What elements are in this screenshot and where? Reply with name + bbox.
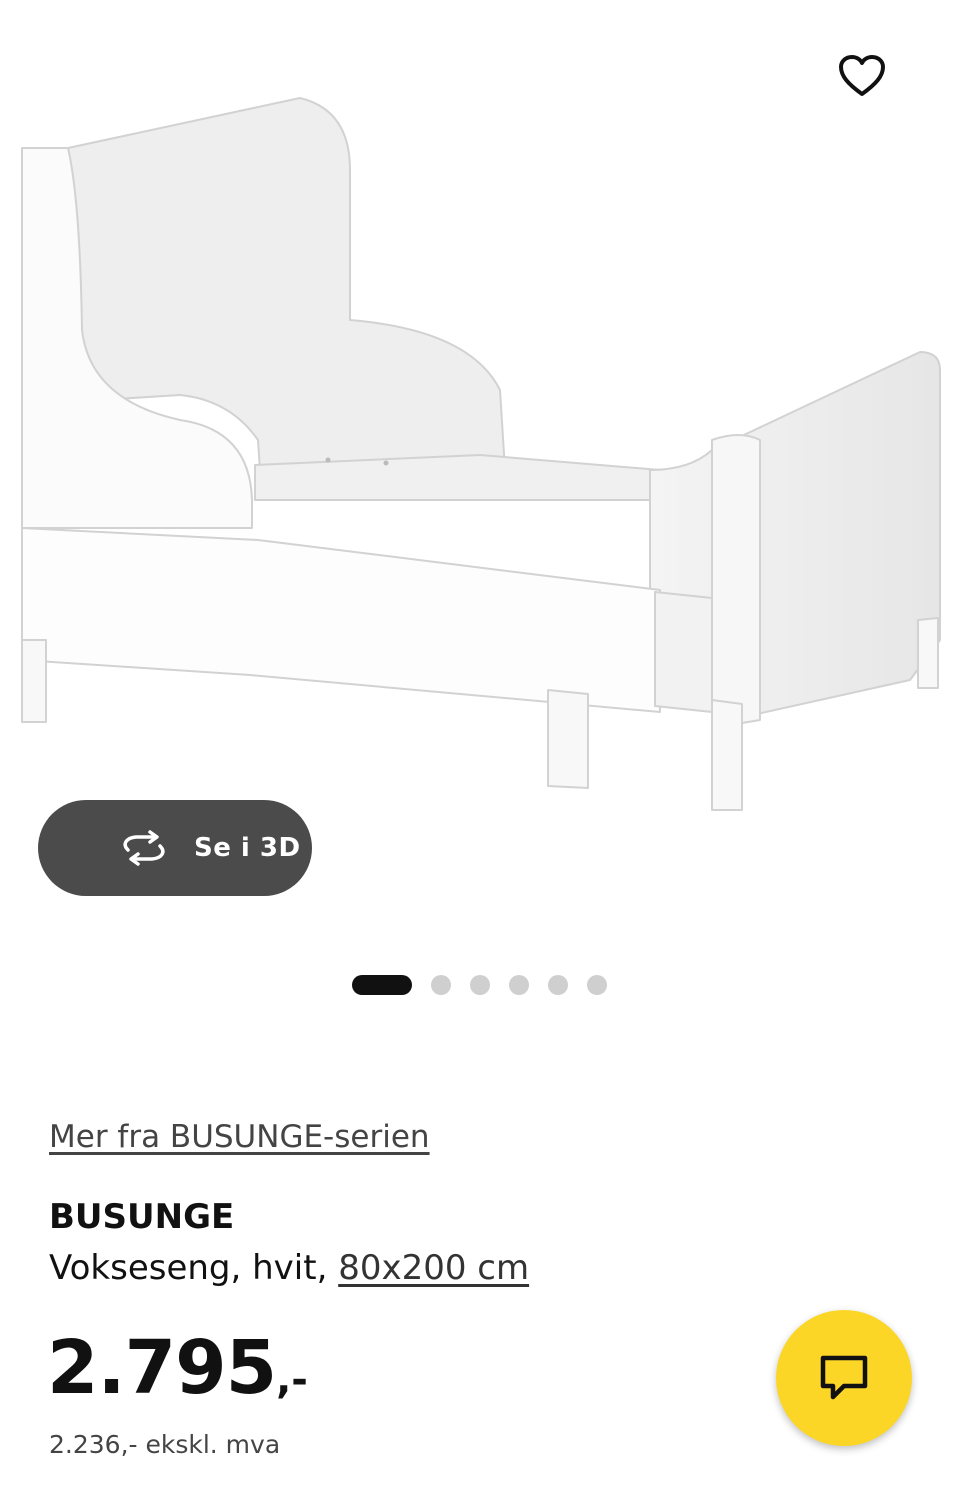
price-amount: 2.795: [47, 1325, 277, 1411]
view-in-3d-button[interactable]: Se i 3D: [38, 800, 312, 896]
product-gallery[interactable]: Se i 3D: [0, 0, 960, 1040]
carousel-dot[interactable]: [548, 975, 568, 995]
size-link[interactable]: 80x200 cm: [338, 1248, 529, 1288]
carousel-dot[interactable]: [587, 975, 607, 995]
chat-button[interactable]: [776, 1310, 912, 1446]
price-excl-vat: 2.236,- ekskl. mva: [49, 1430, 281, 1459]
product-price: 2.795,-: [47, 1328, 308, 1428]
favorite-button[interactable]: [830, 44, 894, 108]
product-description-text: Vokseseng, hvit,: [49, 1248, 339, 1288]
product-name: BUSUNGE: [49, 1197, 235, 1237]
carousel-dot[interactable]: [352, 975, 412, 995]
carousel-dot[interactable]: [431, 975, 451, 995]
heart-outline-icon: [839, 55, 885, 96]
carousel-dot[interactable]: [470, 975, 490, 995]
carousel-dots[interactable]: [352, 974, 626, 996]
carousel-dot[interactable]: [509, 975, 529, 995]
view-in-3d-label: Se i 3D: [194, 833, 301, 863]
chat-bubble-icon: [820, 1355, 868, 1400]
price-suffix: ,-: [276, 1357, 308, 1403]
product-description: Vokseseng, hvit, 80x200 cm: [49, 1246, 529, 1290]
product-image[interactable]: [0, 0, 960, 900]
rotate-3d-icon: [123, 830, 165, 866]
series-link[interactable]: Mer fra BUSUNGE-serien: [49, 1118, 430, 1156]
